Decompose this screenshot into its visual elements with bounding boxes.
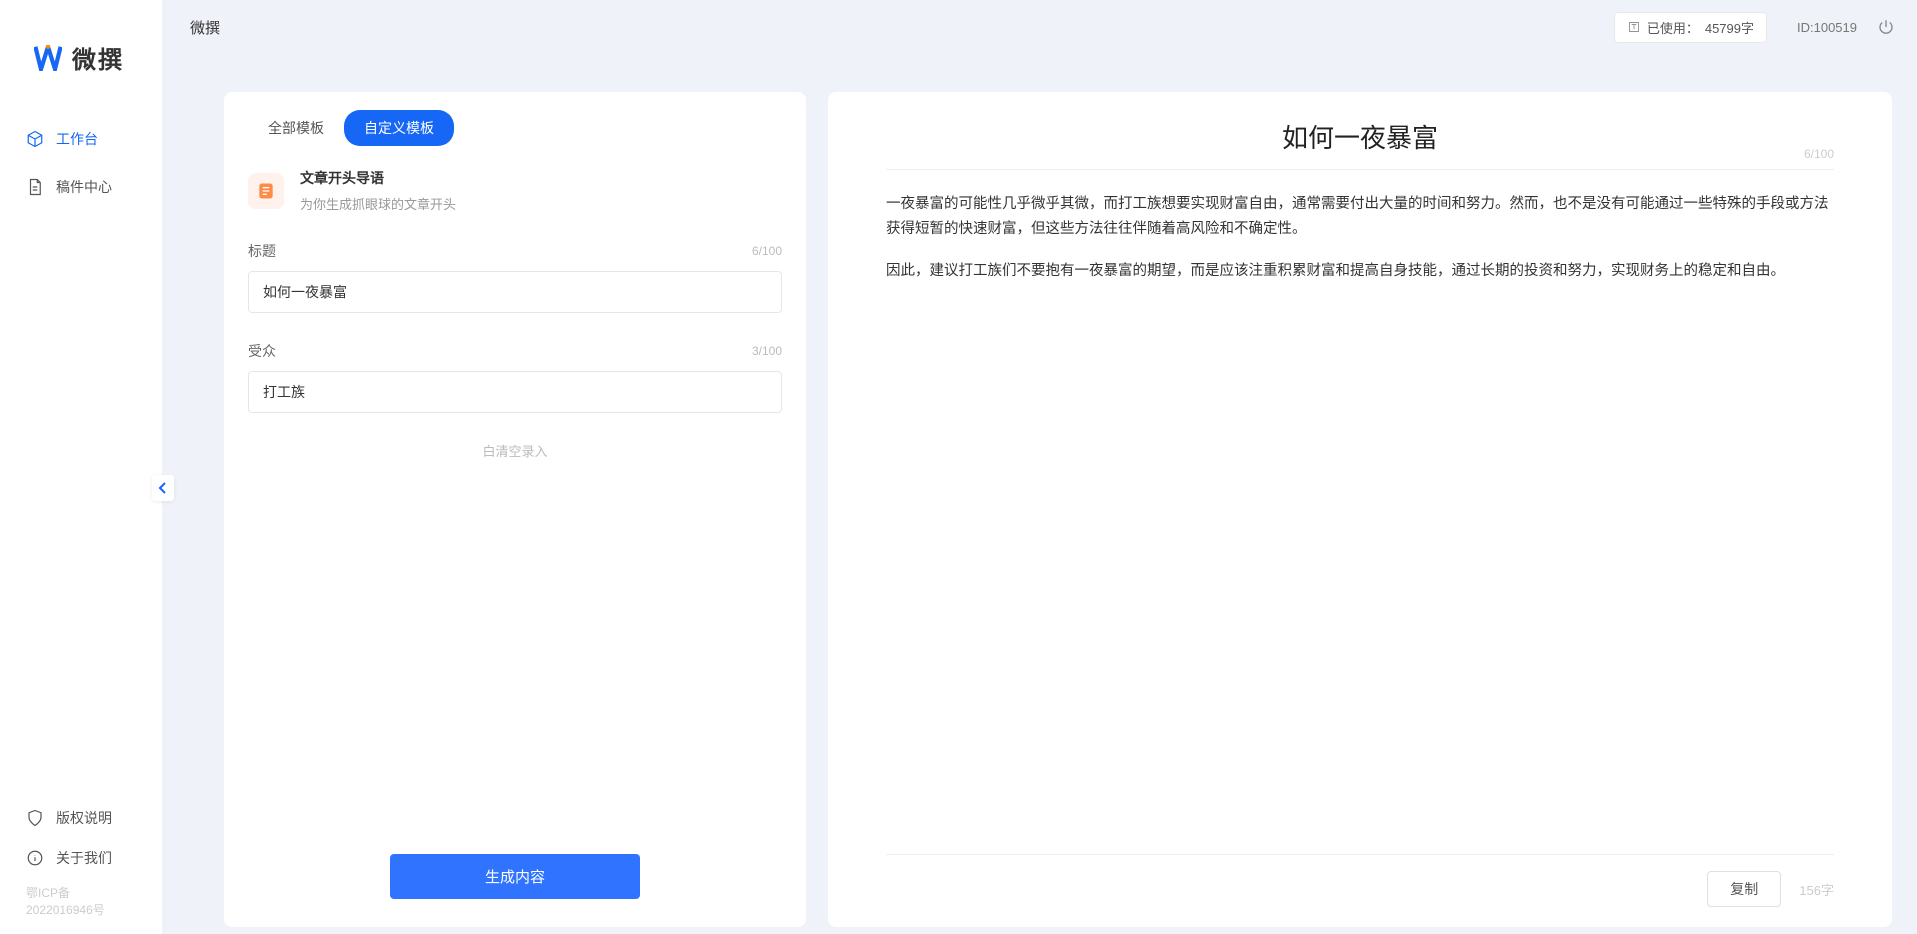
doc-title[interactable]: 如何一夜暴富 <box>886 118 1834 155</box>
nav-item-label: 版权说明 <box>56 808 112 828</box>
panel-left: 全部模板 自定义模板 文章开头导语 为你生成抓眼球的文章开头 标题 6/100 … <box>224 92 806 927</box>
template-info: 文章开头导语 为你生成抓眼球的文章开头 <box>300 168 456 213</box>
info-icon <box>26 849 44 867</box>
usage-label: 已使用： <box>1647 18 1699 37</box>
field-audience: 受众 3/100 <box>248 341 782 413</box>
nav-item-workspace[interactable]: 工作台 <box>0 115 162 163</box>
template-row: 文章开头导语 为你生成抓眼球的文章开头 <box>248 168 782 213</box>
paragraph: 一夜暴富的可能性几乎微乎其微，而打工族想要实现财富自由，通常需要付出大量的时间和… <box>886 192 1834 243</box>
template-icon <box>248 173 284 209</box>
panel-right: 如何一夜暴富 6/100 一夜暴富的可能性几乎微乎其微，而打工族想要实现财富自由… <box>828 92 1892 927</box>
template-desc: 为你生成抓眼球的文章开头 <box>300 194 456 213</box>
field-label: 标题 <box>248 241 276 261</box>
audience-input[interactable] <box>248 371 782 413</box>
shield-icon <box>26 809 44 827</box>
text-icon <box>1627 20 1641 34</box>
field-title: 标题 6/100 <box>248 241 782 313</box>
logo-text: 微撰 <box>72 40 124 75</box>
chevron-left-icon <box>158 482 168 494</box>
usage-badge[interactable]: 已使用： 45799字 <box>1614 12 1767 43</box>
document-icon <box>26 178 44 196</box>
nav: 工作台 稿件中心 <box>0 105 162 798</box>
paragraph: 因此，建议打工族们不要抱有一夜暴富的期望，而是应该注重积累财富和提高自身技能，通… <box>886 259 1834 284</box>
sidebar: 微撰 工作台 稿件中心 版权说明 关于我们 鄂ICP备2022016946号 <box>0 0 162 934</box>
right-footer: 复制 156字 <box>886 854 1834 907</box>
field-count: 3/100 <box>752 344 782 358</box>
nav-item-copyright[interactable]: 版权说明 <box>0 798 162 838</box>
page-title: 微撰 <box>190 17 220 38</box>
field-count: 6/100 <box>752 244 782 258</box>
user-id: ID:100519 <box>1797 20 1857 35</box>
field-label: 受众 <box>248 341 276 361</box>
header: 微撰 已使用： 45799字 ID:100519 <box>162 0 1917 54</box>
title-input[interactable] <box>248 271 782 313</box>
nav-item-label: 关于我们 <box>56 848 112 868</box>
nav-item-label: 稿件中心 <box>56 177 112 197</box>
tab-custom-templates[interactable]: 自定义模板 <box>344 110 454 146</box>
template-title: 文章开头导语 <box>300 168 456 188</box>
file-icon <box>256 181 276 201</box>
doc-body[interactable]: 一夜暴富的可能性几乎微乎其微，而打工族想要实现财富自由，通常需要付出大量的时间和… <box>886 192 1834 300</box>
word-count: 156字 <box>1799 880 1834 899</box>
nav-item-drafts[interactable]: 稿件中心 <box>0 163 162 211</box>
icp-text: 鄂ICP备2022016946号 <box>0 878 162 924</box>
nav-item-about[interactable]: 关于我们 <box>0 838 162 878</box>
clear-inputs[interactable]: 白清空录入 <box>248 441 782 460</box>
usage-value: 45799字 <box>1705 18 1754 37</box>
cube-icon <box>26 130 44 148</box>
generate-button[interactable]: 生成内容 <box>390 854 640 899</box>
nav-item-label: 工作台 <box>56 129 98 149</box>
tabs: 全部模板 自定义模板 <box>248 110 782 146</box>
doc-title-count: 6/100 <box>1804 147 1834 161</box>
doc-title-row: 如何一夜暴富 6/100 <box>886 118 1834 170</box>
tab-all-templates[interactable]: 全部模板 <box>248 110 344 146</box>
power-icon[interactable] <box>1877 18 1895 36</box>
logo-icon <box>34 45 62 71</box>
sidebar-collapse-handle[interactable] <box>152 475 174 501</box>
sidebar-bottom: 版权说明 关于我们 鄂ICP备2022016946号 <box>0 798 162 934</box>
copy-button[interactable]: 复制 <box>1707 871 1781 907</box>
content: 全部模板 自定义模板 文章开头导语 为你生成抓眼球的文章开头 标题 6/100 … <box>224 92 1892 927</box>
logo: 微撰 <box>0 0 162 105</box>
